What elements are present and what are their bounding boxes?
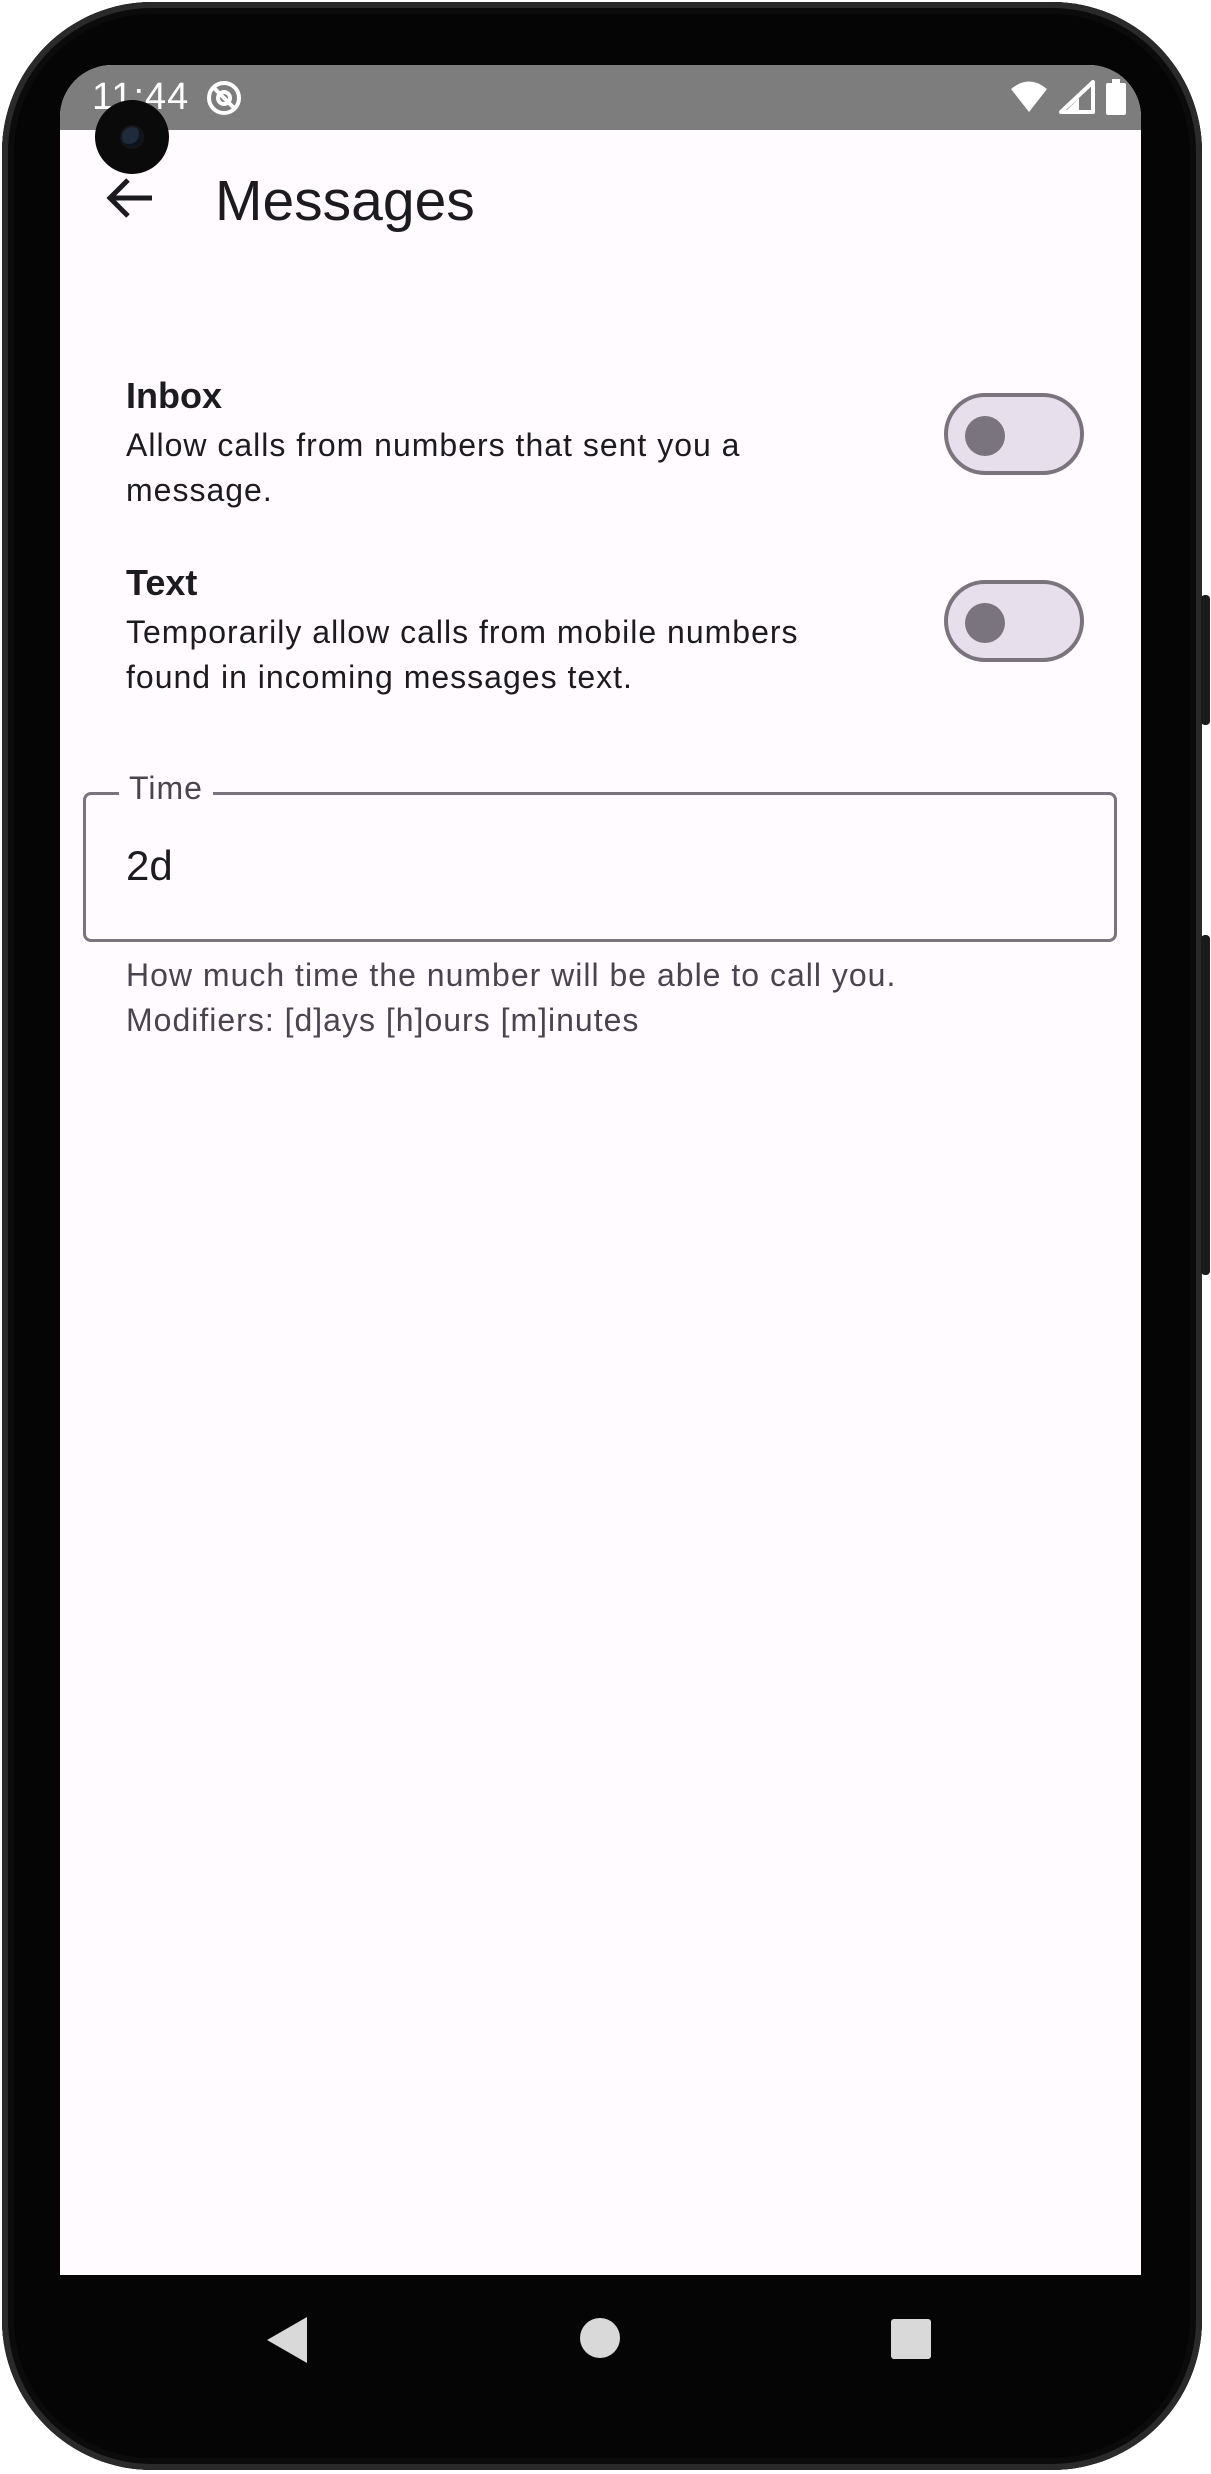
do-not-disturb-icon [206, 80, 242, 121]
switch-thumb [965, 416, 1005, 456]
back-button[interactable] [100, 170, 160, 230]
volume-button [1201, 935, 1210, 1275]
power-button [1201, 595, 1210, 725]
setting-description: Allow calls from numbers that sent you a… [126, 427, 741, 508]
setting-title: Text [126, 562, 198, 603]
setting-title: Inbox [126, 375, 222, 416]
camera-lens [122, 127, 142, 147]
front-camera [95, 100, 169, 174]
inbox-switch[interactable] [944, 393, 1084, 475]
time-helper-text: How much time the number will be able to… [126, 953, 896, 1043]
wifi-icon [1009, 80, 1049, 119]
time-field-value[interactable]: 2d [126, 842, 173, 890]
page-title: Messages [215, 169, 475, 233]
arrow-back-icon [104, 172, 156, 229]
switch-thumb [965, 603, 1005, 643]
status-icons [1009, 79, 1127, 120]
setting-inbox: Inbox Allow calls from numbers that sent… [126, 375, 1086, 513]
setting-description: Temporarily allow calls from mobile numb… [126, 614, 799, 695]
setting-text: Text Temporarily allow calls from mobile… [126, 562, 1086, 700]
app-bar: Messages [60, 130, 1141, 280]
phone-device: 11:44 Messages Inbox Allow calls from nu… [0, 0, 1211, 2474]
time-field-label: Time [119, 770, 213, 807]
nav-home-icon[interactable] [578, 2316, 622, 2365]
battery-icon [1105, 79, 1127, 120]
screen: 11:44 Messages Inbox Allow calls from nu… [60, 65, 1141, 2275]
text-switch[interactable] [944, 580, 1084, 662]
signal-icon [1059, 80, 1095, 119]
helper-line: Modifiers: [d]ays [h]ours [m]inutes [126, 1002, 640, 1038]
status-bar: 11:44 [60, 65, 1141, 130]
nav-back-icon[interactable] [265, 2315, 309, 2370]
nav-recents-icon[interactable] [890, 2318, 932, 2365]
time-field[interactable]: Time 2d [83, 770, 1117, 942]
helper-line: How much time the number will be able to… [126, 957, 897, 993]
navigation-bar [60, 2275, 1141, 2405]
